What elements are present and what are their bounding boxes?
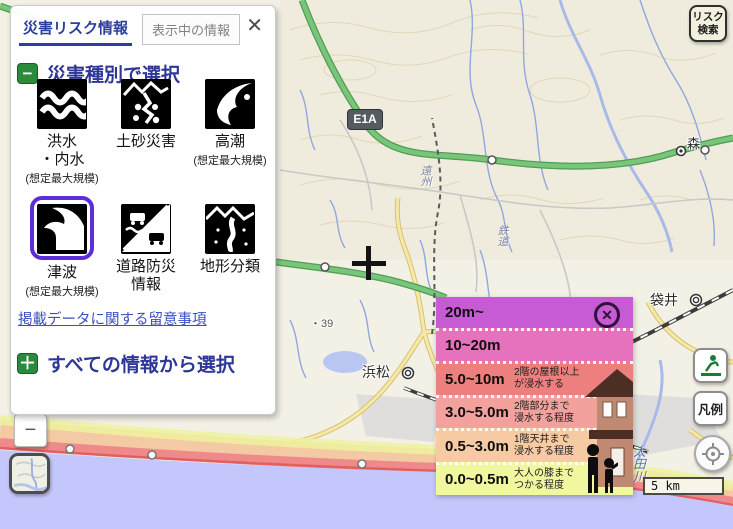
hazard-tile-tsunami[interactable]: 津波 (想定最大規模) [16,196,108,299]
crosshair-location-icon [701,442,725,466]
map-label-rail-tetsudo: 鉄道 [494,225,510,247]
route-badge-e1a: E1A [347,109,383,130]
hazard-tile-landform[interactable]: 地形分類 [184,196,276,277]
legend-row: 10~20m [436,328,633,362]
hazard-tile-flood[interactable]: 洪水 ・内水 (想定最大規模) [16,78,108,186]
hazard-map-app: 森 袋井 浜松 ・39 遠州 鉄道 太田川 E1A 災害リスク情報 表示中の情報… [0,0,733,529]
risk-search-button[interactable]: リスク 検索 [689,5,727,42]
legend-row: 0.0~0.5m 大人の膝まで つかる程度 [436,462,633,496]
close-icon[interactable]: ✕ [242,14,267,38]
tab-disaster-risk-info[interactable]: 災害リスク情報 [19,14,132,46]
selected-tile-border [30,196,94,260]
legend-row: 5.0~10m 2階の屋根以上 が浸水する [436,361,633,395]
map-label-fukuroi: 袋井 [650,290,678,310]
legend-row: 3.0~5.0m 2階部分まで 浸水する程度 [436,395,633,429]
tsunami-depth-legend: 20m~ 10~20m 5.0~10m 2階の屋根以上 が浸水する 3.0~5.… [436,297,633,495]
map-label-mori: 森 [687,133,700,152]
running-person-icon [699,354,723,378]
flood-icon [38,79,86,127]
data-notice-link[interactable]: 掲載データに関する留意事項 [18,308,207,329]
minimap-button[interactable] [9,453,50,494]
landform-icon [206,204,254,252]
map-crosshair [366,246,371,280]
zoom-out-button[interactable]: − [14,414,47,447]
minimap-thumbnail [12,456,47,492]
hazard-tile-storm-surge[interactable]: 高潮 (想定最大規模) [184,78,276,168]
hazard-tile-road-disaster[interactable]: 道路防災 情報 [100,196,192,295]
map-scale-bar: 5 km [643,477,724,495]
hazard-tile-landslide[interactable]: 土砂災害 [100,78,192,152]
locate-button[interactable] [694,435,731,472]
road-disaster-icon [122,204,170,252]
legend-toggle-button[interactable]: 凡例 [693,391,728,426]
panel-tab-bar: 災害リスク情報 表示中の情報 ✕ [11,6,275,46]
map-label-elevation: ・39 [310,315,333,331]
evacuation-site-button[interactable] [693,348,728,383]
landslide-icon [122,79,170,127]
storm-surge-icon [206,79,254,127]
disaster-risk-panel: 災害リスク情報 表示中の情報 ✕ − 災害種別で選択 洪水 ・内水 (想定最大規… [10,5,276,415]
map-label-rail-enshu: 遠州 [417,165,433,187]
map-label-hamamatsu: 浜松 [362,362,390,382]
tsunami-icon [38,204,86,252]
section-title: すべての情報から選択 [47,350,235,377]
section-all-info: ＋ すべての情報から選択 [11,336,275,377]
legend-row: 0.5~3.0m 1階天井まで 浸水する程度 [436,428,633,462]
tab-displayed-info[interactable]: 表示中の情報 [142,14,240,45]
legend-close-icon[interactable]: ✕ [594,302,620,328]
expand-plus-icon[interactable]: ＋ [17,353,38,374]
lake [323,351,367,373]
